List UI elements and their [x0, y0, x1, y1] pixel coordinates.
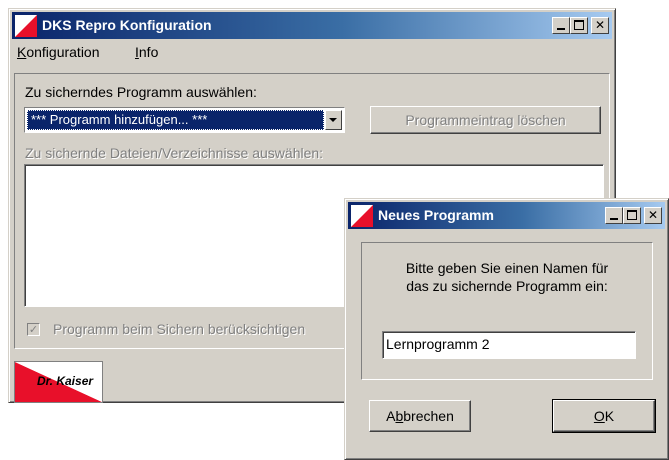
ok-button[interactable]: OK — [552, 399, 656, 433]
include-program-checkbox[interactable]: ✓ — [27, 323, 40, 336]
cancel-label-post: brechen — [403, 408, 454, 424]
program-name-input[interactable]: Lernprogramm 2 — [382, 331, 636, 359]
include-program-label: Programm beim Sichern berücksichtigen — [53, 321, 306, 337]
files-label: Zu sichernde Dateien/Verzeichnisse auswä… — [25, 145, 324, 161]
ok-label-accel: O — [593, 408, 605, 424]
program-select[interactable]: *** Programm hinzufügen... *** — [24, 107, 345, 133]
menu-konfiguration-accel: K — [17, 44, 27, 60]
menu-konfiguration[interactable]: Konfiguration — [17, 44, 100, 60]
dialog-title: Neues Programm — [378, 207, 494, 223]
main-window-title: DKS Repro Konfiguration — [42, 17, 212, 33]
delete-program-button[interactable]: Programmeintrag löschen — [370, 106, 601, 134]
menu-konfiguration-label: onfiguration — [26, 44, 100, 60]
program-label: Zu sicherndes Programm auswählen: — [25, 84, 257, 100]
minimize-icon[interactable] — [605, 207, 623, 224]
program-select-value: *** Programm hinzufügen... *** — [27, 110, 324, 130]
main-titlebar[interactable]: DKS Repro Konfiguration ✕ — [12, 12, 612, 39]
dialog-prompt-line1: Bitte geben Sie einen Namen für — [405, 260, 609, 276]
ok-label-post: K — [604, 408, 615, 424]
cancel-button[interactable]: Abbrechen — [369, 400, 471, 432]
chevron-down-icon[interactable] — [325, 110, 342, 130]
maximize-icon[interactable] — [570, 17, 588, 34]
dialog-prompt-line2: das zu sichernde Programm ein: — [406, 278, 608, 294]
dialog-titlebar[interactable]: Neues Programm ✕ — [348, 202, 665, 229]
red-triangle-logo-icon — [351, 205, 373, 227]
menu-info-label: nfo — [138, 44, 159, 60]
close-icon[interactable]: ✕ — [644, 207, 662, 224]
logo-text: Dr. Kaiser — [37, 374, 94, 388]
minimize-icon[interactable] — [552, 17, 570, 34]
dialog-prompt: Bitte geben Sie einen Namen für das zu s… — [361, 259, 653, 295]
menu-info[interactable]: Info — [135, 44, 158, 60]
new-program-dialog: Neues Programm ✕ Bitte geben Sie einen N… — [344, 198, 669, 460]
red-triangle-logo-icon — [15, 15, 37, 37]
close-icon[interactable]: ✕ — [591, 17, 609, 34]
menubar: Konfiguration Info — [12, 40, 612, 62]
company-logo: Dr. Kaiser — [14, 361, 103, 403]
maximize-icon[interactable] — [623, 207, 641, 224]
